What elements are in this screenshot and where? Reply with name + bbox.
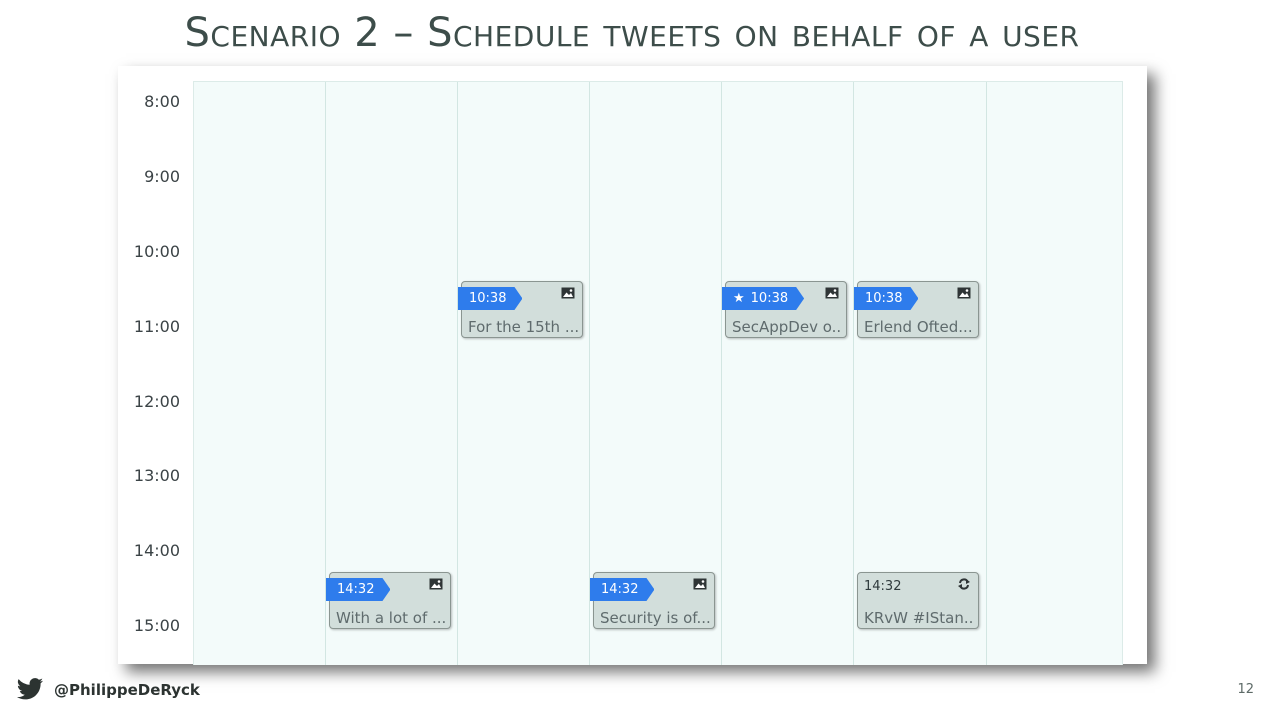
slide: Scenario 2 – Schedule tweets on behalf o… xyxy=(0,0,1280,720)
star-icon: ★ xyxy=(733,291,745,306)
tweet-text: KRvW #IStan... xyxy=(864,609,974,627)
day-divider xyxy=(853,82,854,665)
twitter-handle: @PhilippeDeRyck xyxy=(54,680,200,699)
tweet-text: SecAppDev o... xyxy=(732,318,842,336)
tweet-text: For the 15th ... xyxy=(468,318,578,336)
day-divider xyxy=(325,82,326,665)
time-label: 13:00 xyxy=(133,466,180,485)
footer-twitter-handle: @PhilippeDeRyck xyxy=(16,678,200,701)
time-label: 12:00 xyxy=(133,392,180,411)
tweet-text: Erlend Ofted... xyxy=(864,318,973,336)
day-divider xyxy=(986,82,987,665)
tweet-time-badge: 10:38 xyxy=(458,287,522,310)
time-label: 9:00 xyxy=(144,167,180,186)
time-label: 8:00 xyxy=(144,92,180,111)
day-divider xyxy=(721,82,722,665)
time-label: 10:00 xyxy=(133,242,180,261)
tweet-time-badge: 10:38 xyxy=(854,287,918,310)
twitter-bird-icon xyxy=(17,678,43,700)
scheduled-tweet-card[interactable]: 14:32 Security is of... xyxy=(593,572,715,629)
image-icon xyxy=(429,578,443,590)
day-divider xyxy=(589,82,590,665)
tweet-time-badge: ★ 10:38 xyxy=(722,287,804,310)
tweet-text: With a lot of ... xyxy=(336,609,446,627)
tweet-time-badge: 14:32 xyxy=(590,578,654,601)
tweet-time-badge: 14:32 xyxy=(326,578,390,601)
scheduled-tweet-card[interactable]: 10:38 Erlend Ofted... xyxy=(857,281,979,338)
image-icon xyxy=(957,287,971,299)
scheduled-tweet-card[interactable]: 14:32 With a lot of ... xyxy=(329,572,451,629)
scheduled-tweet-card[interactable]: 14:32 KRvW #IStan... xyxy=(857,572,979,629)
slide-title: Scenario 2 – Schedule tweets on behalf o… xyxy=(184,10,1080,56)
time-label: 14:00 xyxy=(133,541,180,560)
tweet-time: 14:32 xyxy=(337,582,375,597)
tweet-text: Security is of... xyxy=(600,609,710,627)
tweet-time: 10:38 xyxy=(469,291,507,306)
scheduled-tweet-card[interactable]: 10:38 For the 15th ... xyxy=(461,281,583,338)
calendar-grid: 10:38 For the 15th ... ★ 10:38 SecAppDev … xyxy=(193,81,1123,665)
time-label: 15:00 xyxy=(133,616,180,635)
tweet-time: 10:38 xyxy=(750,291,789,306)
time-label: 11:00 xyxy=(133,317,180,336)
calendar-screenshot: 8:00 9:00 10:00 11:00 12:00 13:00 14:00 … xyxy=(118,66,1147,665)
tweet-time: 14:32 xyxy=(864,579,902,594)
tweet-time: 10:38 xyxy=(865,291,903,306)
day-divider xyxy=(457,82,458,665)
retweet-icon xyxy=(958,578,970,590)
page-number: 12 xyxy=(1237,682,1254,697)
tweet-time: 14:32 xyxy=(601,582,639,597)
scheduled-tweet-card[interactable]: ★ 10:38 SecAppDev o... xyxy=(725,281,847,338)
image-icon xyxy=(561,287,575,299)
image-icon xyxy=(693,578,707,590)
image-icon xyxy=(825,287,839,299)
